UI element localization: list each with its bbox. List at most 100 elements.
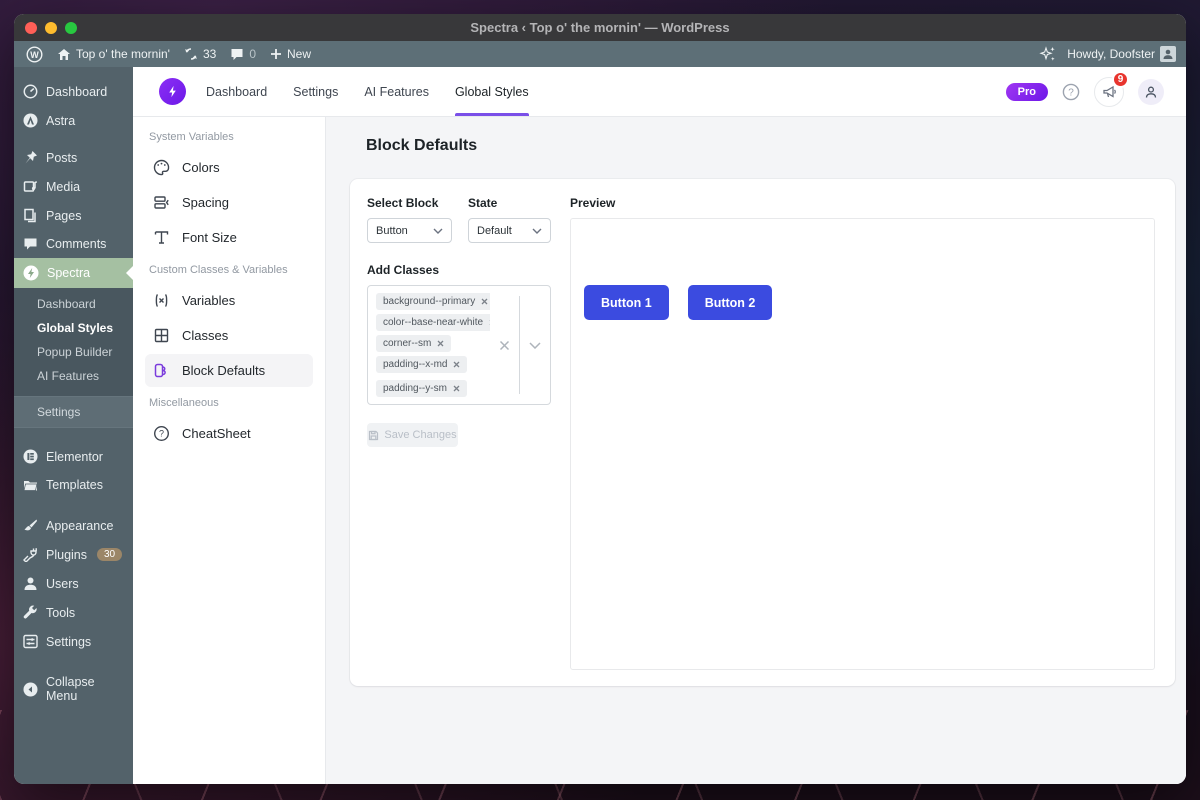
select-block-dropdown[interactable]: Button bbox=[367, 218, 452, 243]
sidebar-item-label: Settings bbox=[46, 635, 91, 649]
state-dropdown[interactable]: Default bbox=[468, 218, 551, 243]
class-tag-label: padding--y-sm bbox=[383, 383, 447, 394]
sidebar-item-elementor[interactable]: Elementor bbox=[14, 442, 133, 471]
zoom-window-button[interactable] bbox=[65, 22, 77, 34]
sidebar-item-media[interactable]: Media bbox=[14, 172, 133, 201]
new-content-link[interactable]: New bbox=[270, 47, 311, 61]
help-button[interactable]: ? bbox=[1062, 83, 1080, 101]
open-classes-dropdown-button[interactable] bbox=[520, 293, 550, 397]
folder-icon bbox=[23, 479, 38, 492]
current-menu-arrow bbox=[126, 266, 133, 280]
page-title: Block Defaults bbox=[366, 137, 1175, 155]
sidebar-item-dashboard[interactable]: Dashboard bbox=[14, 77, 133, 106]
chevron-down-icon bbox=[433, 228, 443, 234]
save-changes-label: Save Changes bbox=[384, 429, 456, 441]
plus-icon bbox=[270, 48, 282, 60]
sidebar-item-plugins[interactable]: Plugins 30 bbox=[14, 540, 133, 569]
sidebar-item-pages[interactable]: Pages bbox=[14, 201, 133, 230]
sidebar-item-spacing[interactable]: Spacing bbox=[145, 186, 313, 219]
tab-ai-features[interactable]: AI Features bbox=[364, 67, 429, 116]
remove-tag-icon[interactable] bbox=[453, 385, 460, 392]
sidebar-item-appearance[interactable]: Appearance bbox=[14, 511, 133, 540]
pro-badge[interactable]: Pro bbox=[1006, 83, 1048, 101]
sidebar-item-block-defaults[interactable]: Block Defaults bbox=[145, 354, 313, 387]
sidebar-item-astra[interactable]: Astra bbox=[14, 106, 133, 135]
preview-box: Button 1 Button 2 bbox=[570, 218, 1155, 670]
minimize-window-button[interactable] bbox=[45, 22, 57, 34]
sidebar-item-users[interactable]: Users bbox=[14, 569, 133, 598]
sidebar-item-spectra[interactable]: Spectra bbox=[14, 258, 133, 288]
browser-window: Spectra ‹ Top o' the mornin' — WordPress… bbox=[14, 14, 1186, 784]
class-tag: padding--x-md bbox=[376, 356, 467, 373]
sidebar-item-templates[interactable]: Templates bbox=[14, 471, 133, 499]
sidebar-item-label: Font Size bbox=[182, 230, 237, 245]
account-button[interactable] bbox=[1138, 79, 1164, 105]
wp-logo-menu[interactable]: W bbox=[26, 46, 43, 63]
updates-icon bbox=[184, 47, 198, 61]
remove-tag-icon[interactable] bbox=[437, 340, 444, 347]
sidebar-item-label: Classes bbox=[182, 328, 228, 343]
howdy-label: Howdy, Doofster bbox=[1067, 47, 1155, 61]
palette-icon bbox=[153, 159, 170, 176]
settings-sliders-icon bbox=[23, 634, 38, 649]
select-block-group: Select Block Button bbox=[367, 196, 452, 243]
sidebar-item-spectra-settings[interactable]: Settings bbox=[14, 396, 133, 428]
chevron-down-icon bbox=[532, 228, 542, 234]
state-group: State Default bbox=[468, 196, 551, 243]
submenu-item-ai-features[interactable]: AI Features bbox=[14, 364, 133, 388]
site-name-label: Top o' the mornin' bbox=[76, 47, 170, 61]
clear-all-classes-button[interactable] bbox=[490, 293, 519, 397]
wrench-icon bbox=[23, 605, 38, 620]
save-changes-button[interactable]: Save Changes bbox=[367, 423, 458, 447]
sidebar-item-cheatsheet[interactable]: ? CheatSheet bbox=[145, 417, 313, 450]
whats-new-button[interactable]: 9 bbox=[1094, 77, 1124, 107]
sidebar-item-settings[interactable]: Settings bbox=[14, 627, 133, 656]
block-defaults-card: Select Block Button State bbox=[350, 179, 1175, 686]
account-user-icon bbox=[1144, 85, 1158, 99]
sidebar-item-colors[interactable]: Colors bbox=[145, 151, 313, 184]
global-styles-sidebar: System Variables Colors bbox=[133, 117, 326, 784]
classes-multiselect[interactable]: background--primary color--base-near-whi… bbox=[367, 285, 551, 405]
preview-button-2[interactable]: Button 2 bbox=[688, 285, 773, 320]
sidebar-item-label: Pages bbox=[46, 209, 81, 223]
sidebar-item-label: Users bbox=[46, 577, 79, 591]
spectra-header-logo-icon[interactable] bbox=[159, 78, 186, 105]
updates-link[interactable]: 33 bbox=[184, 47, 216, 61]
sidebar-item-label: Collapse Menu bbox=[46, 675, 125, 703]
sidebar-item-label: Block Defaults bbox=[182, 363, 265, 378]
sidebar-item-font-size[interactable]: Font Size bbox=[145, 221, 313, 254]
sidebar-item-label: CheatSheet bbox=[182, 426, 251, 441]
sidebar-item-comments[interactable]: Comments bbox=[14, 230, 133, 258]
class-tag: padding--y-sm bbox=[376, 380, 467, 397]
sidebar-item-tools[interactable]: Tools bbox=[14, 598, 133, 627]
remove-tag-icon[interactable] bbox=[453, 361, 460, 368]
tab-dashboard[interactable]: Dashboard bbox=[206, 67, 267, 116]
ai-sparkles-icon[interactable] bbox=[1039, 45, 1057, 63]
collapse-menu-button[interactable]: Collapse Menu bbox=[14, 668, 133, 710]
submenu-item-popup-builder[interactable]: Popup Builder bbox=[14, 340, 133, 364]
submenu-item-global-styles[interactable]: Global Styles bbox=[14, 316, 133, 340]
comments-count: 0 bbox=[249, 47, 256, 61]
paintbrush-icon bbox=[23, 518, 38, 533]
sidebar-item-variables[interactable]: Variables bbox=[145, 284, 313, 317]
spectra-submenu: Dashboard Global Styles Popup Builder AI… bbox=[14, 288, 133, 396]
preview-button-1[interactable]: Button 1 bbox=[584, 285, 669, 320]
section-label: Custom Classes & Variables bbox=[149, 264, 309, 276]
section-label: Miscellaneous bbox=[149, 397, 309, 409]
site-name-link[interactable]: Top o' the mornin' bbox=[57, 47, 170, 61]
sidebar-item-posts[interactable]: Posts bbox=[14, 143, 133, 172]
comments-link[interactable]: 0 bbox=[230, 47, 256, 61]
controls-column: Select Block Button State bbox=[367, 196, 551, 670]
plugins-update-badge: 30 bbox=[97, 548, 122, 561]
tab-settings[interactable]: Settings bbox=[293, 67, 338, 116]
submenu-item-dashboard[interactable]: Dashboard bbox=[14, 292, 133, 316]
close-window-button[interactable] bbox=[25, 22, 37, 34]
my-account-menu[interactable]: Howdy, Doofster bbox=[1067, 46, 1176, 62]
block-defaults-icon bbox=[153, 362, 170, 379]
class-tag-label: padding--x-md bbox=[383, 359, 447, 370]
pages-icon bbox=[23, 208, 38, 223]
remove-tag-icon[interactable] bbox=[481, 298, 488, 305]
tab-global-styles[interactable]: Global Styles bbox=[455, 67, 529, 116]
sidebar-item-classes[interactable]: Classes bbox=[145, 319, 313, 352]
class-tag-label: corner--sm bbox=[383, 338, 431, 349]
